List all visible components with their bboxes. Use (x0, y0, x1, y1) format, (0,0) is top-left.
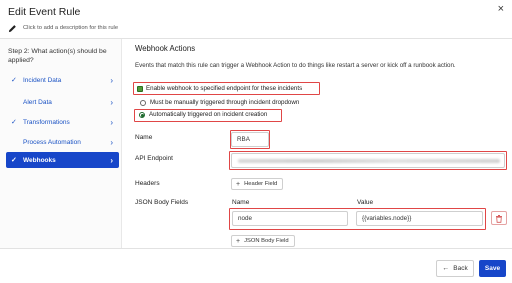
main-panel: Webhook Actions Events that match this r… (123, 39, 512, 248)
enable-webhook-label: Enable webhook to specified endpoint for… (146, 85, 303, 92)
back-label: Back (453, 265, 468, 272)
section-title: Webhook Actions (135, 44, 196, 53)
sidebar-item-transformations[interactable]: ✓ Transformations › (6, 114, 119, 130)
add-json-body-field-button[interactable]: + JSON Body Field (231, 235, 295, 247)
description-row[interactable]: Click to add a description for this rule (8, 23, 118, 33)
json-body-label: JSON Body Fields (135, 199, 189, 206)
manual-trigger-label: Must be manually triggered through incid… (150, 99, 300, 106)
name-highlight (230, 130, 270, 149)
api-endpoint-label: API Endpoint (135, 155, 173, 162)
endpoint-highlight (229, 151, 507, 170)
json-name-column: Name (232, 199, 250, 206)
sidebar-item-label: Webhooks (23, 156, 56, 164)
sidebar-item-incident-data[interactable]: ✓ Incident Data › (6, 72, 119, 88)
chevron-right-icon: › (110, 97, 113, 107)
sidebar-item-process-automation[interactable]: Process Automation › (6, 134, 119, 150)
chevron-right-icon: › (110, 155, 113, 165)
headers-label: Headers (135, 180, 160, 187)
sidebar-item-label: Process Automation (23, 138, 81, 146)
trash-icon[interactable] (491, 211, 507, 225)
sidebar-item-webhooks[interactable]: ✓ Webhooks › (6, 152, 119, 168)
json-row-highlight (229, 208, 486, 230)
json-value-column: Value (357, 199, 374, 206)
close-icon[interactable]: × (498, 4, 504, 15)
auto-trigger-label: Automatically triggered on incident crea… (149, 111, 268, 118)
enable-webhook-checkbox[interactable] (137, 86, 143, 92)
save-button[interactable]: Save (479, 260, 506, 277)
name-label: Name (135, 134, 153, 141)
chevron-right-icon: › (110, 117, 113, 127)
footer-divider (0, 248, 512, 249)
pencil-icon[interactable] (8, 23, 18, 33)
sidebar-item-label: Transformations (23, 118, 70, 126)
arrow-left-icon: ← (442, 265, 450, 272)
check-icon: ✓ (11, 119, 17, 126)
step-label: Step 2: What action(s) should be applied… (8, 48, 107, 64)
description-placeholder[interactable]: Click to add a description for this rule (23, 25, 118, 31)
sidebar-item-label: Incident Data (23, 76, 62, 84)
check-icon: ✓ (11, 77, 17, 84)
manual-trigger-radio[interactable] (140, 100, 146, 106)
sidebar-item-label: Alert Data (23, 98, 52, 106)
auto-trigger-radio[interactable] (139, 112, 145, 118)
add-header-field-button[interactable]: + Header Field (231, 178, 284, 190)
intro-text: Events that match this rule can trigger … (135, 62, 456, 69)
back-button[interactable]: ← Back (436, 260, 474, 277)
chevron-right-icon: › (110, 137, 113, 147)
add-header-field-label: Header Field (244, 181, 278, 187)
header: Edit Event Rule Click to add a descripti… (0, 0, 512, 40)
sidebar-item-alert-data[interactable]: Alert Data › (6, 94, 119, 110)
chevron-right-icon: › (110, 75, 113, 85)
sidebar: Step 2: What action(s) should be applied… (0, 39, 122, 248)
page-title: Edit Event Rule (8, 6, 81, 18)
check-icon: ✓ (11, 157, 17, 164)
plus-icon: + (236, 180, 241, 188)
add-json-body-field-label: JSON Body Field (244, 238, 289, 244)
plus-icon: + (236, 237, 241, 245)
